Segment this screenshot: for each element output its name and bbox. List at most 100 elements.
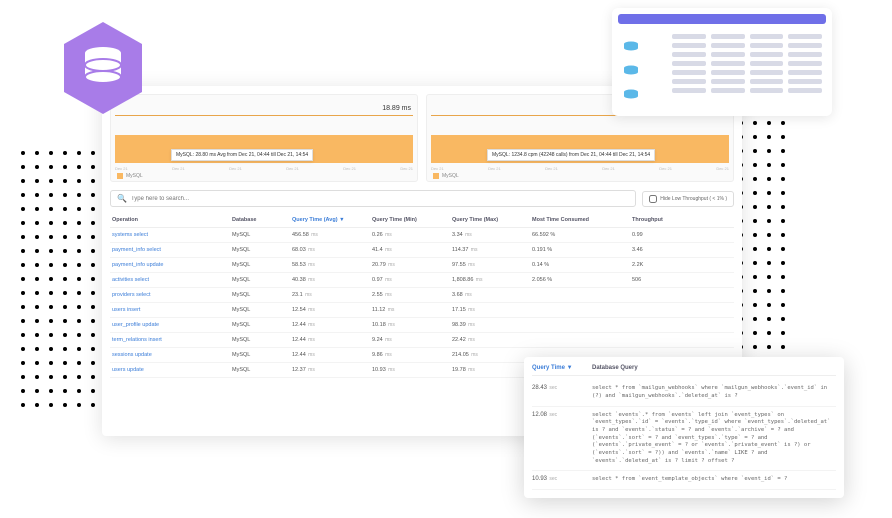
tp-cell: 0.99: [632, 232, 702, 238]
min-cell: 20.79 ms: [372, 262, 452, 268]
op-link[interactable]: activities select: [112, 277, 232, 283]
db-cell: MySQL: [232, 232, 292, 238]
avg-cell: 12.37 ms: [292, 367, 372, 373]
avg-cell: 40.38 ms: [292, 277, 372, 283]
max-cell: 22.42 ms: [452, 337, 532, 343]
max-cell: 3.68 ms: [452, 292, 532, 298]
op-link[interactable]: users insert: [112, 307, 232, 313]
max-cell: 1,808.86 ms: [452, 277, 532, 283]
tp-cell: 506: [632, 277, 702, 283]
max-cell: 3.34 ms: [452, 232, 532, 238]
max-cell: 97.55 ms: [452, 262, 532, 268]
schema-diagram-card: [612, 8, 832, 116]
table-row[interactable]: payment_info updateMySQL58.53 ms20.79 ms…: [110, 258, 734, 273]
max-cell: 17.15 ms: [452, 307, 532, 313]
col-database-query[interactable]: Database Query: [592, 365, 638, 371]
chart-legend: MySQL: [433, 173, 459, 179]
col-throughput[interactable]: Throughput: [632, 217, 702, 223]
pct-cell: 0.14 %: [532, 262, 632, 268]
min-cell: 10.93 ms: [372, 367, 452, 373]
chart-legend: MySQL: [117, 173, 143, 179]
db-cell: MySQL: [232, 292, 292, 298]
tp-cell: 2.2K: [632, 262, 702, 268]
avg-cell: 68.03 ms: [292, 247, 372, 253]
db-cell: MySQL: [232, 352, 292, 358]
max-cell: 214.05 ms: [452, 352, 532, 358]
op-link[interactable]: systems select: [112, 232, 232, 238]
db-cell: MySQL: [232, 247, 292, 253]
search-box[interactable]: 🔍: [110, 190, 636, 207]
chart-tooltip: MySQL: 28.80 ms Avg from Dec 21, 04:44 t…: [171, 149, 313, 161]
col-query-time-max[interactable]: Query Time (Max): [452, 217, 532, 223]
response-time-chart[interactable]: 18.89 ms MySQL: 28.80 ms Avg from Dec 21…: [110, 94, 418, 182]
col-database[interactable]: Database: [232, 217, 292, 223]
query-time-cell: 10.93 sec: [532, 476, 592, 484]
col-operation[interactable]: Operation: [112, 217, 232, 223]
operations-table: Operation Database Query Time (Avg) ▼ Qu…: [110, 213, 734, 378]
table-row[interactable]: activities selectMySQL40.38 ms0.97 ms1,8…: [110, 273, 734, 288]
avg-cell: 12.44 ms: [292, 337, 372, 343]
col-query-time-min[interactable]: Query Time (Min): [372, 217, 452, 223]
op-link[interactable]: payment_info select: [112, 247, 232, 253]
query-row[interactable]: 10.93 secselect * from `event_template_o…: [532, 471, 836, 490]
col-query-time-avg[interactable]: Query Time (Avg) ▼: [292, 217, 372, 223]
avg-cell: 58.53 ms: [292, 262, 372, 268]
table-row[interactable]: user_profile updateMySQL12.44 ms10.18 ms…: [110, 318, 734, 333]
op-link[interactable]: payment_info update: [112, 262, 232, 268]
col-query-time[interactable]: Query Time ▼: [532, 365, 592, 371]
op-link[interactable]: users update: [112, 367, 232, 373]
min-cell: 9.86 ms: [372, 352, 452, 358]
db-cell: MySQL: [232, 307, 292, 313]
chart-value: 18.89 ms: [382, 105, 411, 112]
op-link[interactable]: sessions update: [112, 352, 232, 358]
min-cell: 9.24 ms: [372, 337, 452, 343]
avg-cell: 12.54 ms: [292, 307, 372, 313]
avg-cell: 12.44 ms: [292, 322, 372, 328]
table-row[interactable]: providers selectMySQL23.1 ms2.55 ms3.68 …: [110, 288, 734, 303]
search-icon: 🔍: [117, 194, 127, 203]
db-cell: MySQL: [232, 367, 292, 373]
avg-cell: 456.58 ms: [292, 232, 372, 238]
pct-cell: 66.592 %: [532, 232, 632, 238]
search-input[interactable]: [131, 196, 629, 202]
min-cell: 0.26 ms: [372, 232, 452, 238]
query-row[interactable]: 12.08 secselect `events`.* from `events`…: [532, 407, 836, 472]
pct-cell: 2.056 %: [532, 277, 632, 283]
tp-cell: 3.46: [632, 247, 702, 253]
pct-cell: 0.191 %: [532, 247, 632, 253]
db-cell: MySQL: [232, 277, 292, 283]
database-hex-icon: [58, 18, 148, 120]
min-cell: 10.18 ms: [372, 322, 452, 328]
db-cell: MySQL: [232, 322, 292, 328]
query-time-cell: 12.08 sec: [532, 412, 592, 466]
query-row[interactable]: 28.43 secselect * from `mailgun_webhooks…: [532, 380, 836, 406]
table-header: Operation Database Query Time (Avg) ▼ Qu…: [110, 213, 734, 228]
query-time-cell: 28.43 sec: [532, 385, 592, 400]
query-sql-cell: select * from `mailgun_webhooks` where `…: [592, 385, 836, 400]
query-detail-panel: Query Time ▼ Database Query 28.43 secsel…: [524, 357, 844, 498]
min-cell: 2.55 ms: [372, 292, 452, 298]
max-cell: 98.39 ms: [452, 322, 532, 328]
max-cell: 114.37 ms: [452, 247, 532, 253]
table-row[interactable]: users insertMySQL12.54 ms11.12 ms17.15 m…: [110, 303, 734, 318]
table-row[interactable]: term_relations insertMySQL12.44 ms9.24 m…: [110, 333, 734, 348]
op-link[interactable]: user_profile update: [112, 322, 232, 328]
query-sql-cell: select * from `event_template_objects` w…: [592, 476, 787, 484]
min-cell: 11.12 ms: [372, 307, 452, 313]
min-cell: 0.97 ms: [372, 277, 452, 283]
op-link[interactable]: term_relations insert: [112, 337, 232, 343]
db-cell: MySQL: [232, 262, 292, 268]
avg-cell: 23.1 ms: [292, 292, 372, 298]
min-cell: 41.4 ms: [372, 247, 452, 253]
max-cell: 19.78 ms: [452, 367, 532, 373]
avg-cell: 12.44 ms: [292, 352, 372, 358]
db-cell: MySQL: [232, 337, 292, 343]
col-most-time[interactable]: Most Time Consumed: [532, 217, 632, 223]
chart-tooltip: MySQL: 1234.8 cpm (42248 calls) from Dec…: [487, 149, 655, 161]
hide-low-throughput-toggle[interactable]: Hide Low Throughput ( < 1% ): [642, 191, 734, 207]
table-row[interactable]: systems selectMySQL456.58 ms0.26 ms3.34 …: [110, 228, 734, 243]
table-row[interactable]: payment_info selectMySQL68.03 ms41.4 ms1…: [110, 243, 734, 258]
op-link[interactable]: providers select: [112, 292, 232, 298]
hide-low-checkbox[interactable]: [649, 195, 657, 203]
query-sql-cell: select `events`.* from `events` left joi…: [592, 412, 836, 466]
